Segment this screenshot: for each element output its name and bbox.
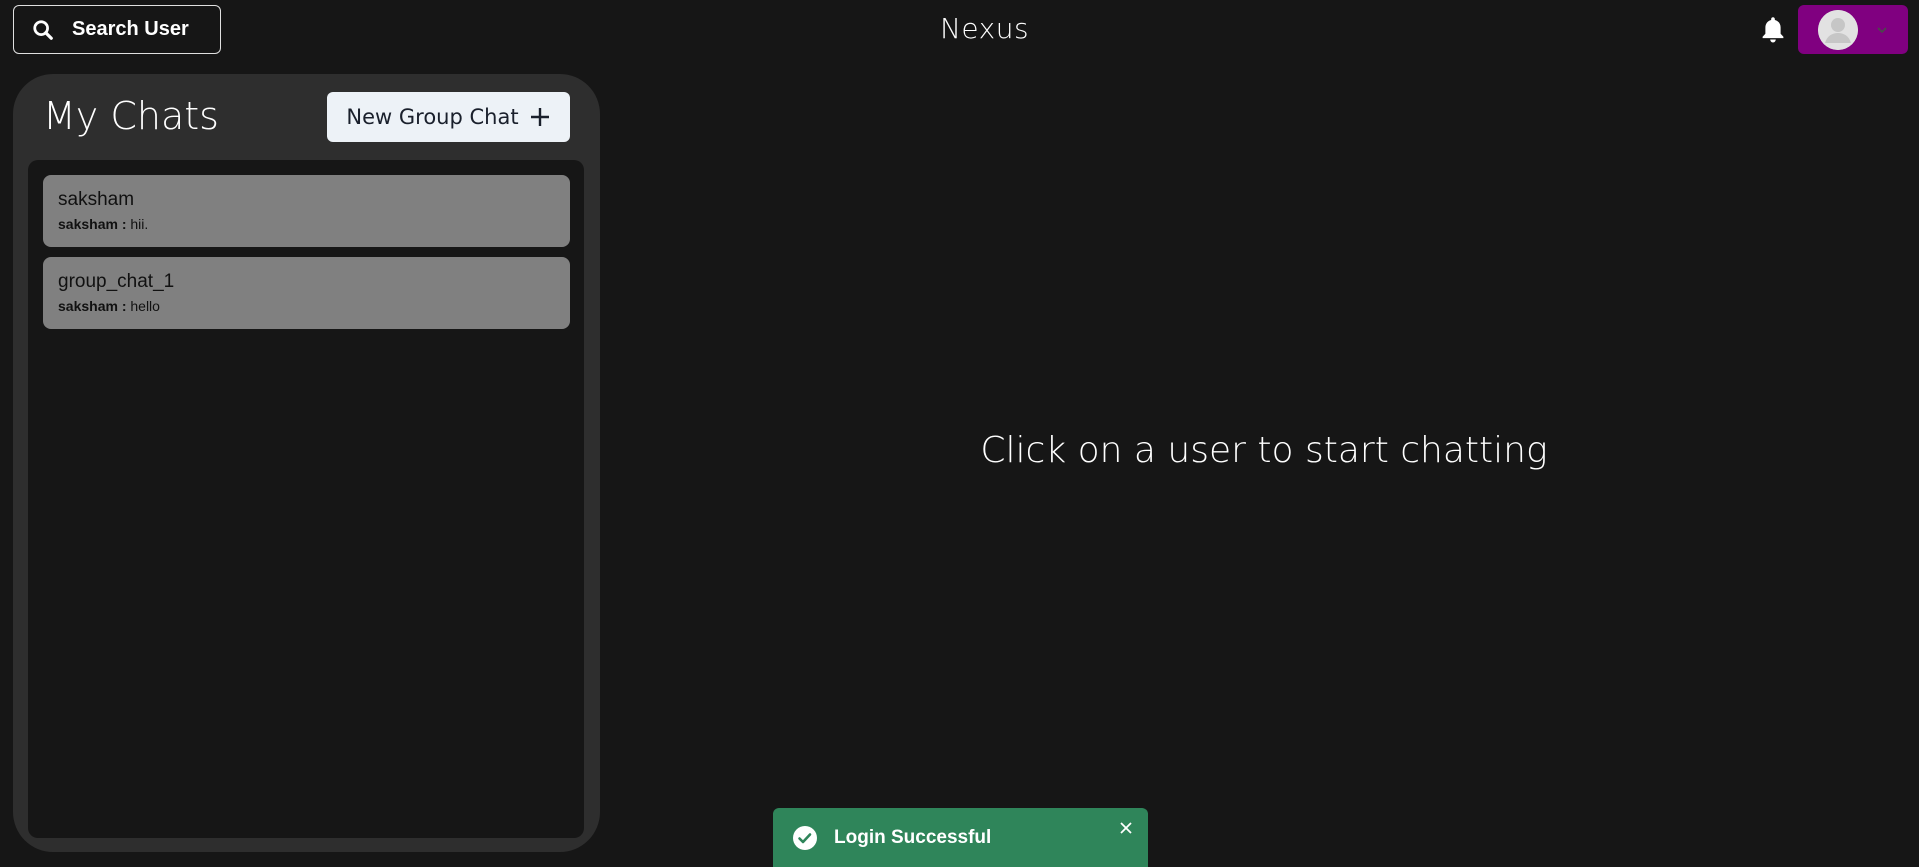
chat-name: saksham bbox=[58, 189, 135, 210]
chat-name: group_chat_1 bbox=[58, 271, 175, 292]
profile-menu-button[interactable] bbox=[1798, 5, 1908, 54]
user-avatar-icon bbox=[1818, 9, 1858, 50]
top-bar: Search User Nexus bbox=[0, 0, 1919, 62]
chat-last-text: hii. bbox=[130, 216, 149, 232]
login-toast: Login Successful bbox=[773, 808, 1148, 867]
my-chats-panel: My Chats New Group Chat saksham saksham … bbox=[13, 74, 600, 852]
chat-last-sender: saksham : bbox=[58, 216, 127, 232]
chat-last-sender: saksham : bbox=[58, 298, 127, 314]
chat-last-message: saksham : hello bbox=[58, 298, 555, 314]
chat-list-item[interactable]: group_chat_1 saksham : hello bbox=[43, 257, 570, 329]
empty-chat-message: Click on a user to start chatting bbox=[980, 430, 1548, 471]
chevron-down-icon bbox=[1876, 24, 1888, 36]
toast-message: Login Successful bbox=[834, 826, 992, 848]
close-icon[interactable] bbox=[1114, 816, 1138, 840]
chat-last-text: hello bbox=[130, 298, 160, 314]
chat-list: saksham saksham : hii. group_chat_1 saks… bbox=[28, 160, 584, 838]
chat-list-item[interactable]: saksham saksham : hii. bbox=[43, 175, 570, 247]
check-circle-icon bbox=[792, 825, 818, 851]
new-group-chat-label: New Group Chat bbox=[346, 105, 519, 129]
chat-last-message: saksham : hii. bbox=[58, 216, 555, 232]
new-group-chat-button[interactable]: New Group Chat bbox=[327, 92, 570, 142]
bell-icon[interactable] bbox=[1759, 15, 1787, 45]
app-title: Nexus bbox=[939, 12, 1030, 45]
plus-icon bbox=[529, 106, 551, 128]
my-chats-title: My Chats bbox=[43, 94, 219, 138]
